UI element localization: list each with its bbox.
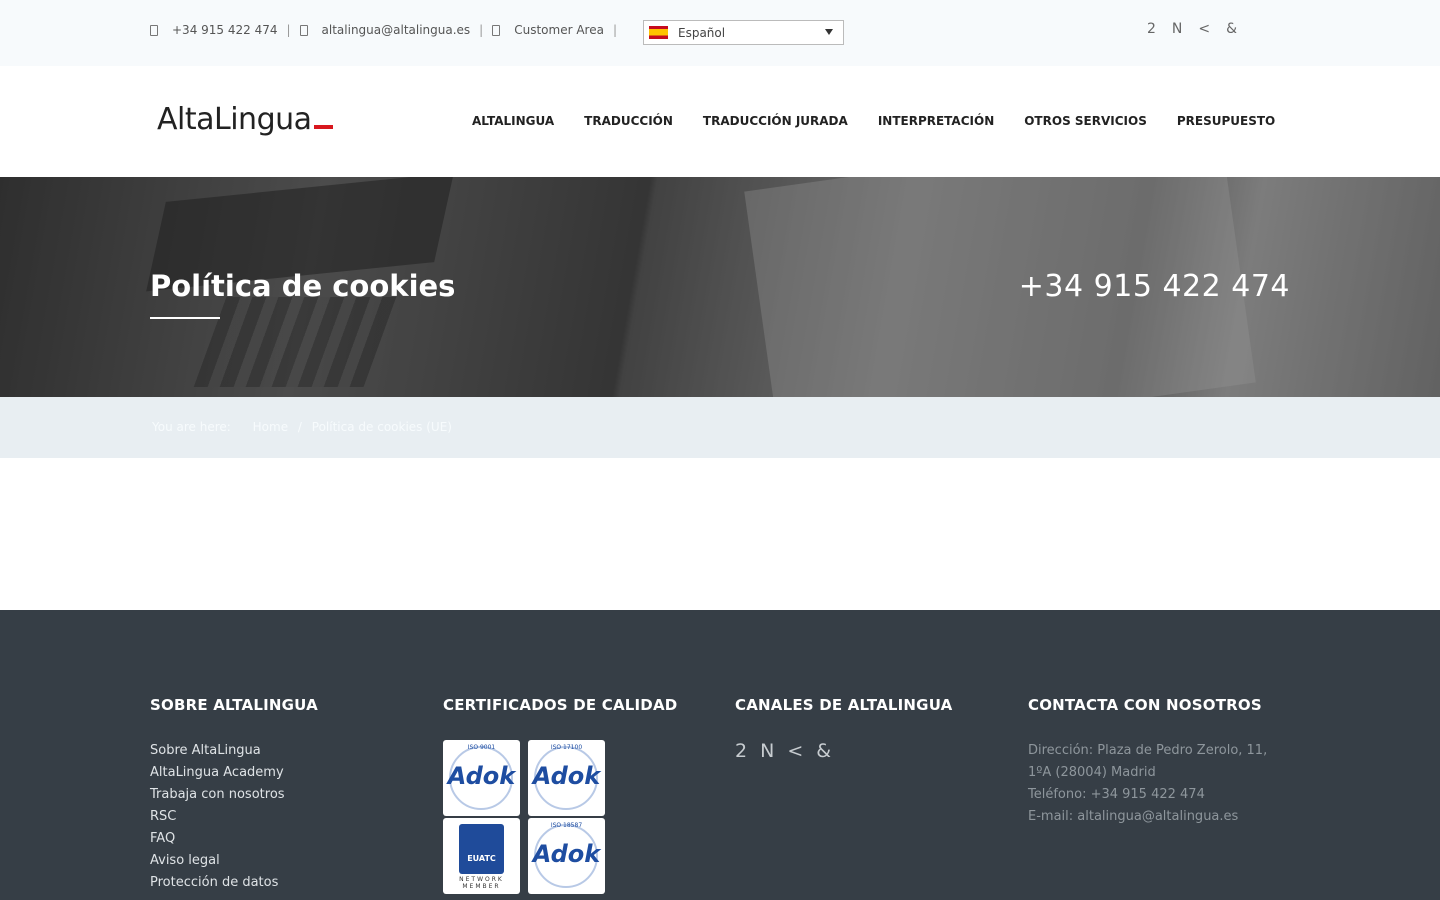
breadcrumb-separator: / — [297, 420, 302, 434]
divider: | — [479, 23, 484, 37]
main-nav: ALTALINGUA TRADUCCIÓN TRADUCCIÓN JURADA … — [472, 114, 1275, 128]
nav-item-otros-servicios[interactable]: OTROS SERVICIOS — [1024, 114, 1147, 128]
customer-area-link[interactable]: Customer Area — [514, 23, 604, 37]
badge-iso-label: ISO 17100 — [550, 744, 583, 751]
badge-iso-label: ISO 18587 — [550, 822, 583, 829]
hero-banner: Política de cookies +34 915 422 474 — [0, 177, 1440, 397]
divider: | — [286, 23, 291, 37]
top-phone-link[interactable]: +34 915 422 474 — [172, 23, 277, 37]
footer-heading: CANALES DE ALTALINGUA — [735, 696, 953, 714]
social-icon-2[interactable]: N — [760, 740, 775, 762]
badge-label: EUATC — [467, 854, 496, 863]
badge-subtitle: NETWORK MEMBER — [459, 876, 504, 890]
social-links-footer: 2 N < & — [735, 740, 952, 762]
footer-heading: CONTACTA CON NOSOTROS — [1028, 696, 1262, 714]
user-icon — [492, 24, 501, 36]
social-icon-3[interactable]: < — [787, 740, 804, 762]
site-header: AltaLingua ALTALINGUA TRADUCCIÓN TRADUCC… — [0, 66, 1440, 177]
top-bar: +34 915 422 474 | altalingua@altalingua.… — [0, 0, 1440, 66]
footer-link[interactable]: AltaLingua Academy — [150, 762, 318, 784]
hero-phone[interactable]: +34 915 422 474 — [1019, 269, 1290, 304]
footer-heading: SOBRE ALTALINGUA — [150, 696, 318, 714]
social-icon-1[interactable]: 2 — [735, 740, 748, 762]
badge-mark: Adok — [532, 762, 601, 790]
breadcrumb-label: You are here: — [152, 420, 231, 434]
logo-text: AltaLingua — [157, 102, 312, 137]
footer-about: SOBRE ALTALINGUA Sobre AltaLingua AltaLi… — [150, 696, 318, 894]
iso-9001-badge: ISO 9001 Adok — [443, 740, 520, 816]
phone-icon — [150, 24, 158, 36]
footer-contact: CONTACTA CON NOSOTROS Dirección: Plaza d… — [1028, 696, 1267, 828]
social-links-top: 2 N < & — [1147, 21, 1253, 37]
footer-certificates: CERTIFICADOS DE CALIDAD ISO 9001 Adok IS… — [443, 696, 677, 894]
language-select[interactable]: Español — [643, 20, 844, 45]
top-contact: +34 915 422 474 | altalingua@altalingua.… — [150, 23, 626, 37]
social-icon-4[interactable]: & — [816, 740, 832, 762]
contact-address: Dirección: Plaza de Pedro Zerolo, 11, — [1028, 743, 1268, 758]
envelope-icon — [299, 24, 308, 36]
badge-mark: Adok — [447, 762, 516, 790]
breadcrumb: You are here: Home / Política de cookies… — [0, 397, 1440, 458]
footer-link[interactable]: Sobre AltaLingua — [150, 740, 318, 762]
language-value: Español — [678, 25, 726, 40]
top-email-link[interactable]: altalingua@altalingua.es — [322, 23, 471, 37]
social-icon-2[interactable]: N — [1172, 21, 1182, 37]
footer-link[interactable]: RSC — [150, 806, 318, 828]
badge-iso-label: ISO 9001 — [467, 744, 496, 751]
chevron-down-icon — [825, 29, 833, 35]
footer-link[interactable]: FAQ — [150, 828, 318, 850]
logo[interactable]: AltaLingua — [157, 102, 333, 137]
contact-email[interactable]: E-mail: altalingua@altalingua.es — [1028, 806, 1267, 828]
footer-link[interactable]: Aviso legal — [150, 850, 318, 872]
social-icon-3[interactable]: < — [1198, 21, 1210, 37]
nav-item-traduccion-jurada[interactable]: TRADUCCIÓN JURADA — [703, 114, 848, 128]
page-title: Política de cookies — [150, 269, 456, 303]
footer-channels: CANALES DE ALTALINGUA 2 N < & — [735, 696, 952, 762]
badge-mark: Adok — [532, 840, 601, 868]
social-icon-4[interactable]: & — [1226, 21, 1237, 37]
title-underline — [150, 317, 220, 319]
nav-item-altalingua[interactable]: ALTALINGUA — [472, 114, 554, 128]
breadcrumb-current: Política de cookies (UE) — [311, 420, 452, 434]
euatc-shield-icon — [459, 824, 504, 874]
breadcrumb-home[interactable]: Home — [253, 420, 288, 434]
spain-flag-icon — [649, 26, 668, 39]
site-footer: SOBRE ALTALINGUA Sobre AltaLingua AltaLi… — [0, 610, 1440, 900]
nav-item-presupuesto[interactable]: PRESUPUESTO — [1177, 114, 1275, 128]
contact-address-2: 1ºA (28004) Madrid — [1028, 765, 1156, 780]
iso-17100-badge: ISO 17100 Adok — [528, 740, 605, 816]
nav-item-traduccion[interactable]: TRADUCCIÓN — [584, 114, 673, 128]
iso-18587-badge: ISO 18587 Adok — [528, 818, 605, 894]
footer-link[interactable]: Protección de datos — [150, 872, 318, 894]
contact-phone[interactable]: Teléfono: +34 915 422 474 — [1028, 784, 1267, 806]
divider: | — [612, 23, 617, 37]
nav-item-interpretacion[interactable]: INTERPRETACIÓN — [878, 114, 994, 128]
footer-link[interactable]: Trabaja con nosotros — [150, 784, 318, 806]
social-icon-1[interactable]: 2 — [1147, 21, 1156, 37]
logo-accent-bar — [313, 125, 333, 129]
euatc-badge: EUATC NETWORK MEMBER — [443, 818, 520, 894]
footer-heading: CERTIFICADOS DE CALIDAD — [443, 696, 678, 714]
